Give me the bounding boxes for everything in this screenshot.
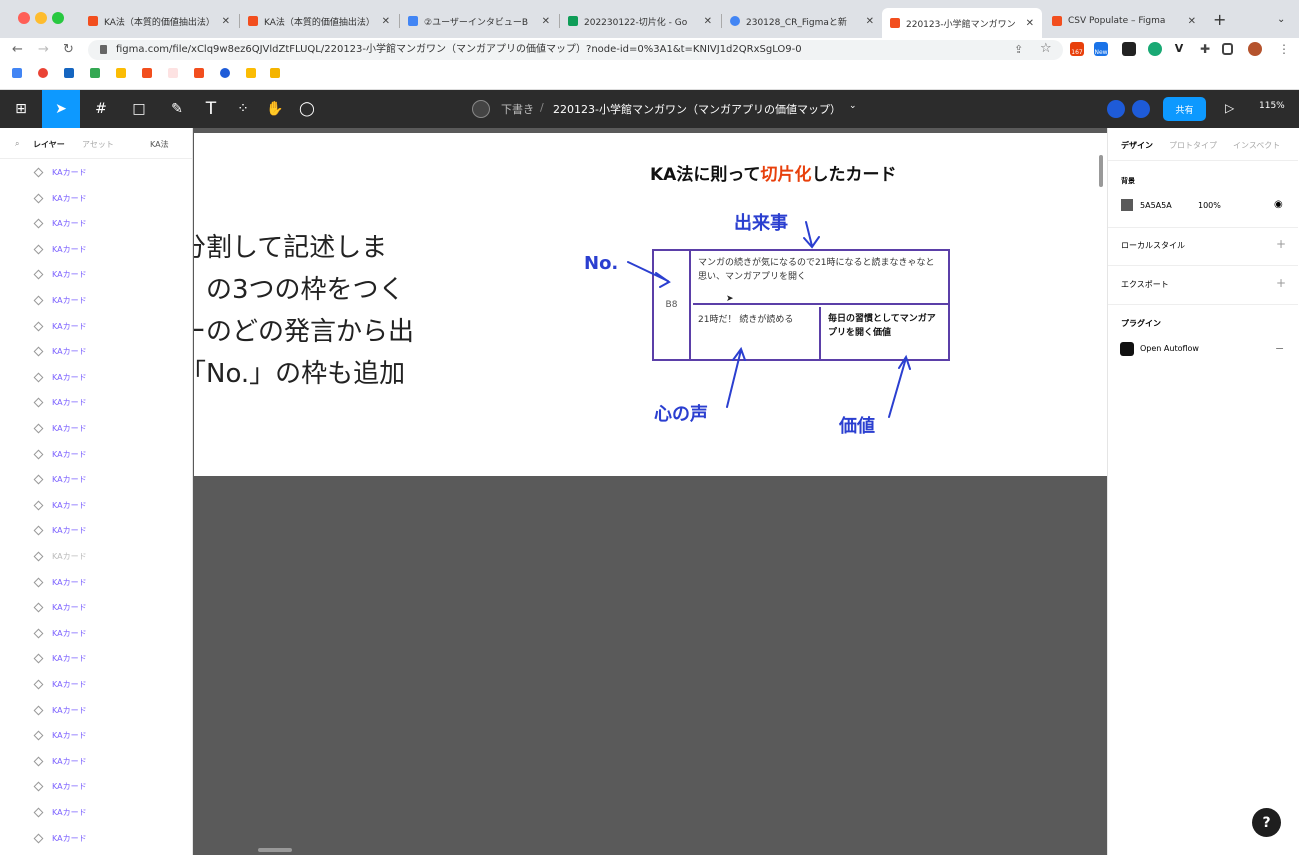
panel-divider [1108, 160, 1298, 161]
panel-divider [1108, 304, 1298, 305]
remove-plugin-button[interactable]: − [1275, 342, 1284, 355]
panel-divider [1108, 227, 1298, 228]
tab-prototype[interactable]: プロトタイプ [1169, 140, 1217, 151]
eye-icon[interactable]: ◉ [1274, 199, 1283, 210]
horizontal-scrollbar[interactable] [258, 848, 292, 852]
tab-inspect[interactable]: インスペクト [1233, 140, 1280, 151]
background-label: 背景 [1121, 177, 1135, 185]
background-hex[interactable]: 5A5A5A [1140, 201, 1172, 210]
export-label: エクスポート [1121, 280, 1169, 289]
help-button[interactable]: ? [1252, 808, 1281, 837]
add-export-button[interactable]: + [1276, 276, 1286, 290]
panel-divider [1108, 265, 1298, 266]
plugins-label: プラグイン [1121, 319, 1161, 328]
design-panel [1107, 128, 1299, 855]
local-styles-label: ローカルスタイル [1121, 241, 1185, 250]
add-style-button[interactable]: + [1276, 237, 1286, 251]
plugin-name[interactable]: Open Autoflow [1140, 344, 1199, 353]
vertical-scrollbar[interactable] [1099, 155, 1103, 187]
background-opacity[interactable]: 100% [1198, 201, 1221, 210]
background-swatch[interactable] [1121, 199, 1133, 211]
tab-design[interactable]: デザイン [1121, 140, 1153, 151]
annotation-arrows [627, 221, 911, 418]
autoflow-plugin-icon [1120, 342, 1134, 356]
